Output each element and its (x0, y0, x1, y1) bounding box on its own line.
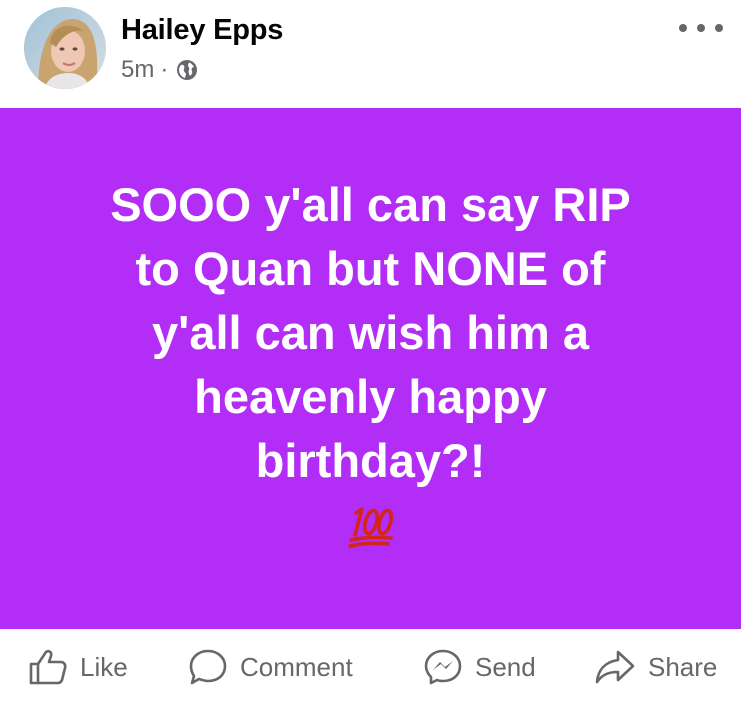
post-meta: 5m · (121, 56, 198, 84)
comment-button[interactable]: Comment (188, 647, 353, 687)
avatar[interactable] (24, 7, 106, 89)
post-header: Hailey Epps 5m · (0, 0, 741, 108)
post-timestamp[interactable]: 5m (121, 56, 154, 84)
thumbs-up-icon (29, 649, 67, 685)
avatar-photo (24, 7, 106, 89)
facebook-post: Hailey Epps 5m · SOOO y'all can say RIP … (0, 0, 741, 705)
comment-label: Comment (240, 651, 353, 682)
share-button[interactable]: Share (594, 647, 717, 687)
share-arrow-icon (595, 650, 635, 684)
send-label: Send (475, 651, 536, 682)
globe-icon (177, 60, 198, 80)
action-bar: Like Comment Send Share (0, 629, 741, 705)
hundred-points-emoji (348, 507, 394, 548)
status-text: SOOO y'all can say RIP to Quan but NONE … (110, 178, 631, 487)
like-label: Like (80, 651, 128, 682)
send-button[interactable]: Send (423, 647, 536, 687)
more-dot (715, 24, 723, 32)
comment-icon (189, 649, 227, 685)
messenger-icon (424, 649, 462, 685)
more-options-button[interactable] (679, 16, 723, 40)
more-horizontal-icon (679, 24, 687, 32)
author-name[interactable]: Hailey Epps (121, 14, 283, 47)
share-label: Share (648, 651, 718, 682)
meta-separator: · (160, 56, 169, 83)
more-dot (697, 24, 705, 32)
like-button[interactable]: Like (28, 647, 128, 687)
